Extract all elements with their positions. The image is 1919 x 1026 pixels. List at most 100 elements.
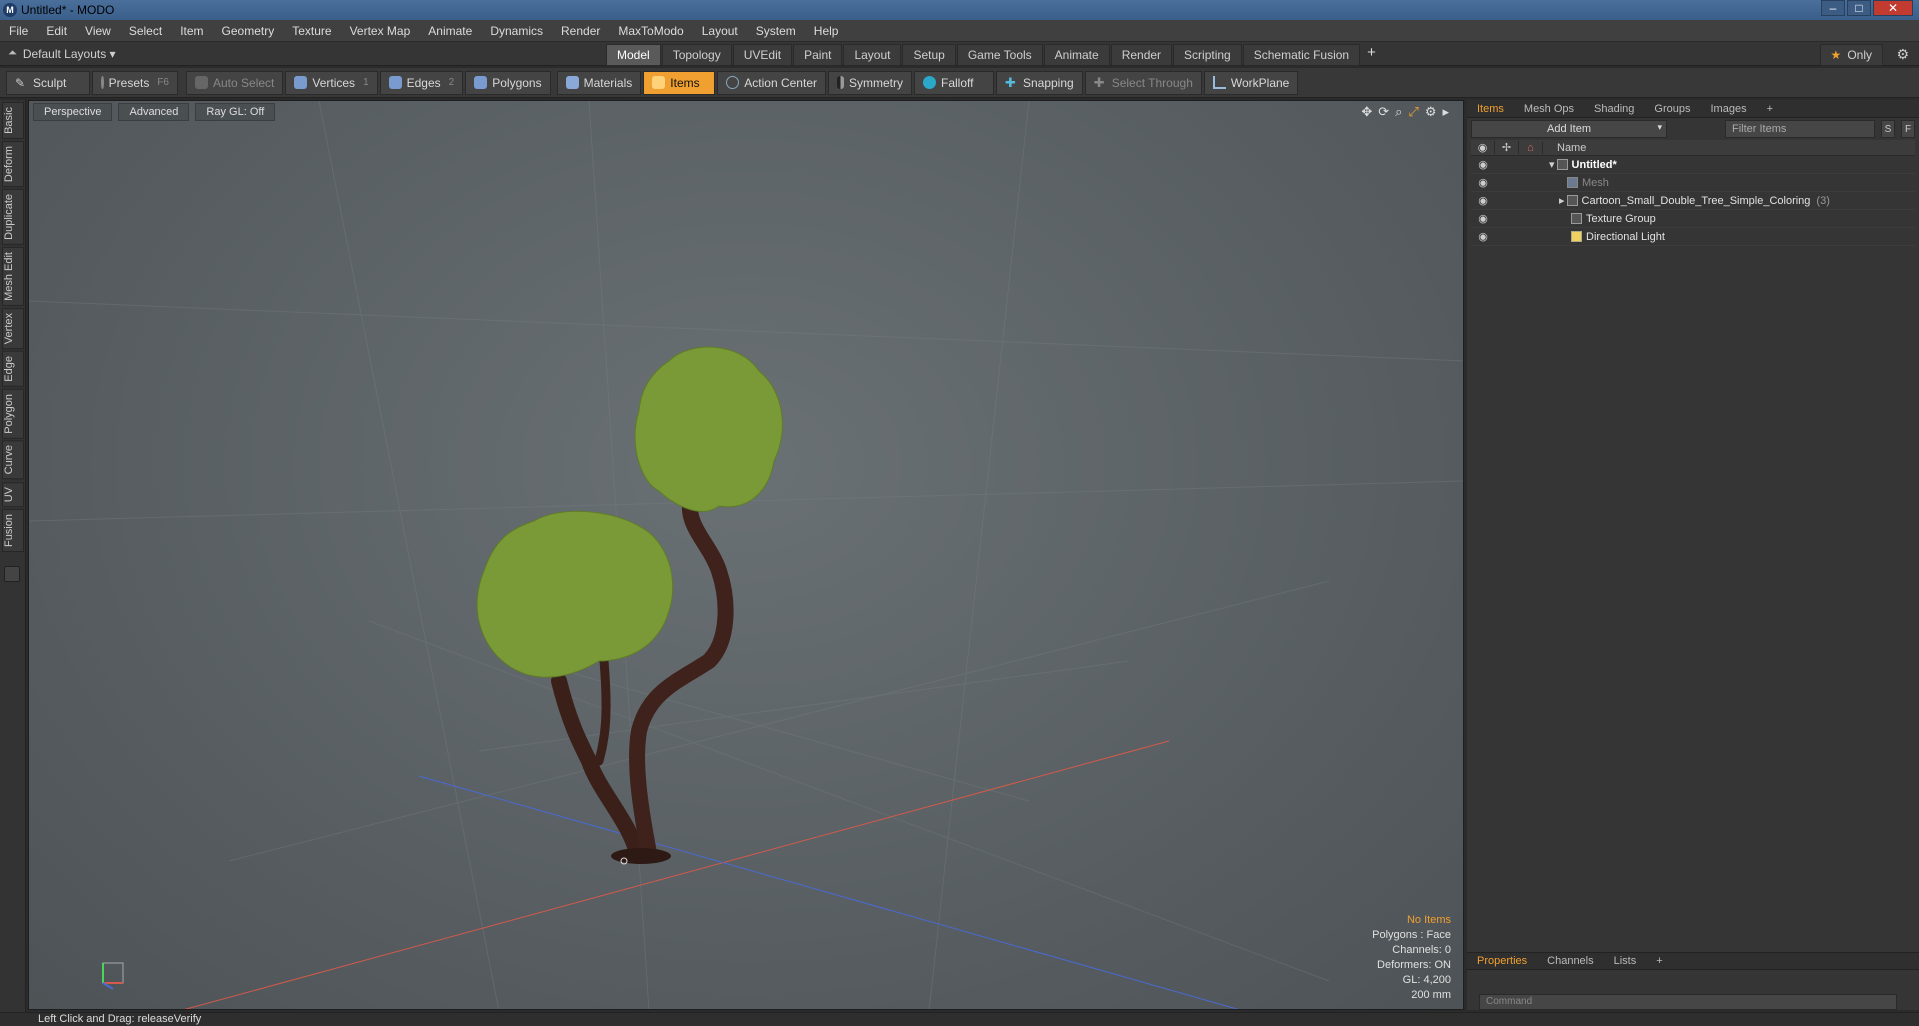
expand-arrow-icon[interactable]: ▸ [1559,194,1565,207]
polygons-button[interactable]: Polygons [465,70,551,95]
close-button[interactable]: ✕ [1873,0,1913,16]
menu-layout[interactable]: Layout [693,24,747,38]
command-input[interactable]: Command [1479,994,1897,1010]
tab-edge[interactable]: Edge [2,350,24,387]
menu-view[interactable]: View [76,24,120,38]
list-item[interactable]: ◉ Mesh [1471,174,1915,192]
tab-layout[interactable]: Layout [843,44,902,66]
raygl-toggle[interactable]: Ray GL: Off [195,103,276,121]
tab-channels[interactable]: Channels [1537,955,1603,967]
rotate-icon[interactable]: ⟳ [1378,104,1389,120]
tab-shading[interactable]: Shading [1584,103,1644,115]
menu-geometry[interactable]: Geometry [213,24,284,38]
select-through-button[interactable]: ✚ Select Through [1084,70,1202,95]
edges-button[interactable]: Edges 2 [379,70,464,95]
tab-render[interactable]: Render [1110,44,1173,66]
visibility-eye-icon[interactable]: ◉ [1471,141,1495,154]
tab-scripting[interactable]: Scripting [1173,44,1242,66]
lock-icon[interactable]: ✢ [1495,141,1519,154]
menu-file[interactable]: File [0,24,37,38]
menu-vertex-map[interactable]: Vertex Map [341,24,420,38]
gear-icon[interactable]: ⚙ [1425,104,1437,120]
tab-duplicate[interactable]: Duplicate [2,188,24,245]
falloff-button[interactable]: Falloff [913,70,994,95]
tab-basic[interactable]: Basic [2,102,24,139]
list-item[interactable]: ◉ ▸ Cartoon_Small_Double_Tree_Simple_Col… [1471,192,1915,210]
f-button[interactable]: F [1901,120,1915,138]
menu-render[interactable]: Render [552,24,609,38]
tab-vertex[interactable]: Vertex [2,307,24,349]
menu-texture[interactable]: Texture [283,24,340,38]
tab-curve[interactable]: Curve [2,440,24,480]
visibility-eye-icon[interactable]: ◉ [1471,230,1495,243]
menu-animate[interactable]: Animate [419,24,481,38]
tab-mesh-edit[interactable]: Mesh Edit [2,246,24,306]
tab-model[interactable]: Model [606,44,661,66]
gear-icon[interactable]: ⚙ [1896,46,1909,63]
list-item[interactable]: ◉ Texture Group [1471,210,1915,228]
panel-toggle-button[interactable] [4,566,20,583]
tab-paint[interactable]: Paint [793,44,843,66]
view-mode-dropdown[interactable]: Perspective [33,103,113,121]
symmetry-button[interactable]: Symmetry [827,70,912,95]
tab-items[interactable]: Items [1467,103,1514,115]
tab-groups[interactable]: Groups [1644,103,1700,115]
minimize-button[interactable]: – [1821,0,1845,16]
visibility-eye-icon[interactable]: ◉ [1471,176,1495,189]
zoom-icon[interactable]: ⌕ [1395,104,1402,120]
menu-dynamics[interactable]: Dynamics [481,24,552,38]
snapping-button[interactable]: ✚ Snapping [995,70,1083,95]
menu-help[interactable]: Help [805,24,848,38]
tab-uvedit[interactable]: UVEdit [732,44,793,66]
tab-topology[interactable]: Topology [661,44,732,66]
tab-deform[interactable]: Deform [2,140,24,187]
auto-select-button[interactable]: Auto Select [186,70,284,95]
menu-system[interactable]: System [747,24,805,38]
visibility-eye-icon[interactable]: ◉ [1471,212,1495,225]
materials-button[interactable]: Materials [556,70,642,95]
expand-arrow-icon[interactable]: ▾ [1549,158,1555,171]
visibility-eye-icon[interactable]: ◉ [1471,158,1495,171]
s-button[interactable]: S [1881,120,1895,138]
collapse-icon[interactable]: ⏶ [8,47,17,60]
only-toggle[interactable]: ★ Only [1819,44,1883,66]
menu-edit[interactable]: Edit [37,24,76,38]
name-column-header[interactable]: Name [1543,142,1586,154]
menu-item[interactable]: Item [171,24,212,38]
menu-select[interactable]: Select [120,24,171,38]
maximize-icon[interactable]: ⤢ [1408,104,1418,120]
list-item[interactable]: ◉ ▾ Untitled* [1471,156,1915,174]
presets-button[interactable]: Presets F6 [92,70,178,95]
tab-animate[interactable]: Animate [1043,44,1110,66]
items-button[interactable]: Items [643,70,716,95]
tab-mesh-ops[interactable]: Mesh Ops [1514,103,1584,115]
add-item-button[interactable]: Add Item ▾ [1471,120,1667,138]
add-tab-button[interactable]: + [1361,44,1382,66]
move-icon[interactable]: ✥ [1361,104,1372,120]
vertices-button[interactable]: Vertices 1 [285,70,378,95]
visibility-eye-icon[interactable]: ◉ [1471,194,1495,207]
sculpt-button[interactable]: ✎ Sculpt [6,70,90,95]
tab-lists[interactable]: Lists [1604,955,1647,967]
filter-items-input[interactable]: Filter Items [1725,120,1875,138]
3d-viewport[interactable]: Perspective Advanced Ray GL: Off ✥ ⟳ ⌕ ⤢… [28,100,1464,1010]
workplane-button[interactable]: WorkPlane [1203,70,1299,95]
maximize-button[interactable]: □ [1847,0,1871,16]
default-layouts-dropdown[interactable]: Default Layouts ▾ [23,47,116,61]
tab-images[interactable]: Images [1701,103,1757,115]
tab-schematic-fusion[interactable]: Schematic Fusion [1242,44,1361,66]
action-center-button[interactable]: Action Center [717,70,826,95]
tab-polygon[interactable]: Polygon [2,388,24,439]
add-properties-tab-button[interactable]: + [1646,955,1672,967]
tab-setup[interactable]: Setup [902,44,956,66]
list-item[interactable]: ◉ Directional Light [1471,228,1915,246]
pin-icon[interactable]: ⌂ [1519,141,1543,154]
advanced-dropdown[interactable]: Advanced [118,103,190,121]
tab-uv[interactable]: UV [2,481,24,508]
tab-fusion[interactable]: Fusion [2,509,24,553]
tab-properties[interactable]: Properties [1467,955,1537,967]
arrow-right-icon[interactable]: ▸ [1442,104,1449,120]
menu-maxtomodo[interactable]: MaxToModo [609,24,692,38]
add-panel-tab-button[interactable]: + [1757,103,1783,115]
tab-game-tools[interactable]: Game Tools [956,44,1043,66]
